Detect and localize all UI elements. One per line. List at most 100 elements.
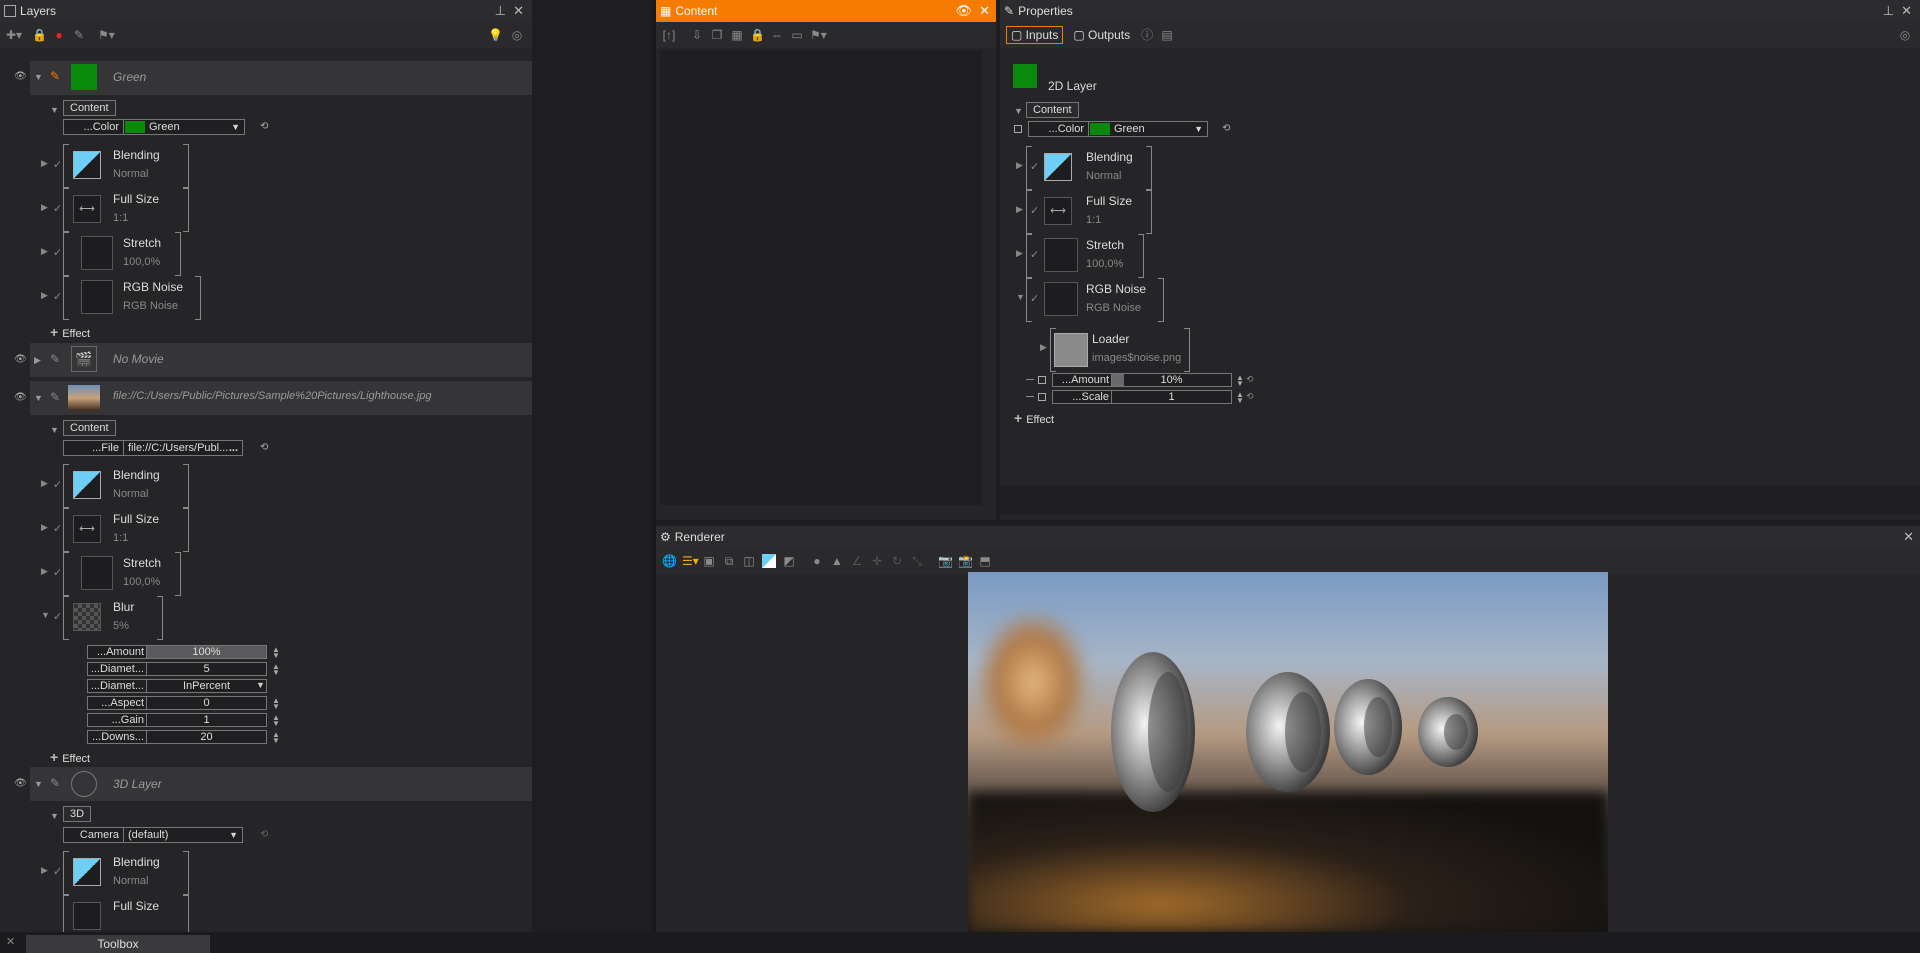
content-area[interactable]	[660, 50, 982, 505]
dropdown-icon[interactable]: ▼	[1194, 124, 1203, 134]
collapse-arrow-icon[interactable]: ▼	[34, 72, 43, 82]
cube-icon[interactable]: ◫	[742, 554, 756, 568]
visibility-eye-icon[interactable]: 👁	[14, 392, 27, 403]
check-icon[interactable]: ✓	[53, 522, 62, 535]
layout-icon[interactable]: ▤	[1160, 28, 1174, 42]
cone-icon[interactable]: ▲	[830, 554, 844, 568]
pencil-icon[interactable]: ✎	[50, 390, 60, 404]
param-value[interactable]: 1	[147, 713, 267, 727]
camera-settings-icon[interactable]: 📸	[958, 554, 973, 568]
browse-button[interactable]: ...	[229, 442, 238, 454]
param-value[interactable]: 5	[147, 662, 267, 676]
check-icon[interactable]: ✓	[53, 158, 62, 171]
layer-3d-row[interactable]	[30, 767, 532, 801]
frame-icon[interactable]: ⧉	[722, 554, 736, 568]
effect-stretch[interactable]: ▶ ✓ Stretch 100,0%	[41, 552, 181, 596]
collapse-arrow-icon[interactable]: ▼	[34, 779, 43, 789]
reset-icon[interactable]: ⟲	[260, 829, 268, 840]
param-value[interactable]: 1	[1112, 390, 1232, 404]
check-icon[interactable]: ✓	[53, 478, 62, 491]
layer-green-row[interactable]	[30, 61, 532, 95]
spinner-icon[interactable]: ▲ ▼	[272, 646, 280, 660]
dropdown-icon[interactable]: ▼	[231, 122, 240, 132]
reset-icon[interactable]: ⟲	[1246, 374, 1254, 385]
file-field[interactable]: ...File file://C:/Users/Publ... ...	[63, 440, 243, 456]
check-icon[interactable]: ✓	[53, 290, 62, 303]
collapse-icon[interactable]: ▼	[1016, 292, 1025, 302]
effect-full-size[interactable]: Full Size	[63, 895, 189, 932]
contrast-icon[interactable]: ◩	[782, 554, 796, 568]
effect-full-size[interactable]: ▶ ✓ ⟷ Full Size 1:1	[41, 508, 189, 552]
angle-icon[interactable]: ∠	[850, 554, 864, 568]
effect-full-size[interactable]: ▶ ✓ ⟷ Full Size 1:1	[1016, 190, 1152, 234]
import-icon[interactable]: ⇩	[690, 28, 704, 42]
add-effect-button[interactable]: + Effect	[1014, 410, 1054, 426]
edit-icon[interactable]: ✎	[72, 28, 86, 42]
close-icon[interactable]: ✕	[513, 3, 524, 19]
spinner-icon[interactable]: ▲ ▼	[272, 731, 280, 745]
spinner-icon[interactable]: ▲ ▼	[272, 697, 280, 711]
param-diameter[interactable]: ...Diamet... 5	[87, 662, 267, 676]
tab-inputs[interactable]: ▢ Inputs	[1006, 26, 1064, 44]
globe-icon[interactable]: 🌐	[662, 554, 677, 568]
collapse-arrow-icon[interactable]: ▼	[34, 393, 43, 403]
expand-icon[interactable]: ▶	[1016, 248, 1023, 259]
dropdown-icon[interactable]: ▼	[229, 830, 238, 840]
select-checkbox[interactable]	[1038, 376, 1046, 384]
check-icon[interactable]: ✓	[53, 610, 62, 623]
dropdown-icon[interactable]: ▼	[256, 680, 265, 690]
expand-icon[interactable]: ▶	[41, 478, 48, 489]
effect-rgb-noise[interactable]: ▶ ✓ RGB Noise RGB Noise	[41, 276, 201, 320]
lock-icon[interactable]: 🔒	[750, 28, 765, 42]
bucket-icon[interactable]: ▣	[702, 554, 716, 568]
toolbox-tab[interactable]: Toolbox	[26, 935, 210, 953]
expand-arrow-icon[interactable]: ▶	[34, 355, 41, 366]
visibility-eye-icon[interactable]: 👁	[14, 778, 27, 789]
expand-icon[interactable]: ▶	[1016, 204, 1023, 215]
activity-icon[interactable]: ◎	[510, 28, 524, 42]
eye-icon[interactable]: 👁	[955, 3, 972, 19]
close-icon[interactable]: ✕	[1901, 3, 1912, 19]
pin-icon[interactable]: ⊥	[1883, 3, 1894, 19]
expand-icon[interactable]: ▶	[1040, 342, 1047, 353]
layer-name[interactable]: file://C:/Users/Public/Pictures/Sample%2…	[113, 390, 432, 402]
param-value[interactable]: InPercent	[147, 679, 267, 693]
check-icon[interactable]: ✓	[53, 865, 62, 878]
select-checkbox[interactable]	[1038, 393, 1046, 401]
effect-blending[interactable]: ▶ ✓ Blending Normal	[41, 144, 189, 188]
align-icon[interactable]: ☰▾	[682, 554, 699, 568]
visibility-eye-icon[interactable]: 👁	[14, 354, 27, 365]
rotate-icon[interactable]: ↻	[890, 554, 904, 568]
content-collapse-icon[interactable]: ▼	[50, 425, 59, 435]
lock-icon[interactable]: 🔒	[32, 28, 47, 42]
bracket-icon[interactable]: [↑]	[662, 28, 676, 42]
collapse-icon[interactable]: ▼	[41, 610, 50, 620]
spinner-icon[interactable]: ▲ ▼	[1236, 391, 1244, 405]
expand-icon[interactable]: ▶	[41, 566, 48, 577]
add-effect-button[interactable]: + Effect	[50, 324, 90, 340]
check-icon[interactable]: ✓	[53, 202, 62, 215]
content-collapse-icon[interactable]: ▼	[1014, 106, 1023, 116]
activity-icon[interactable]: ◎	[1898, 28, 1912, 42]
param-amount[interactable]: ...Amount 100%	[87, 645, 267, 659]
close-icon[interactable]: ✕	[979, 3, 990, 19]
scale-icon[interactable]: ⤡	[910, 554, 924, 568]
grid-small-icon[interactable]: ▦	[730, 28, 744, 42]
copy-icon[interactable]: ❐	[710, 28, 724, 42]
spinner-icon[interactable]: ▲ ▼	[272, 714, 280, 728]
record-icon[interactable]: ●	[52, 28, 66, 42]
reset-icon[interactable]: ⟲	[1222, 123, 1230, 134]
pencil-icon[interactable]: ✎	[50, 776, 60, 790]
spinner-icon[interactable]: ▲ ▼	[1236, 374, 1244, 388]
comment-icon[interactable]: ▭	[790, 28, 804, 42]
camera-field[interactable]: Camera (default) ▼	[63, 827, 243, 843]
bookmark-icon[interactable]: ⚑▾	[98, 28, 115, 42]
move-icon[interactable]: ✛	[870, 554, 884, 568]
effect-stretch[interactable]: ▶ ✓ Stretch 100,0%	[1016, 234, 1144, 278]
expand-icon[interactable]: ▶	[41, 246, 48, 257]
param-amount[interactable]: ...Amount 10%	[1052, 373, 1232, 387]
param-scale[interactable]: ...Scale 1	[1052, 390, 1232, 404]
param-aspect[interactable]: ...Aspect 0	[87, 696, 267, 710]
3d-collapse-icon[interactable]: ▼	[50, 811, 59, 821]
effect-blending[interactable]: ▶ ✓ Blending Normal	[41, 464, 189, 508]
